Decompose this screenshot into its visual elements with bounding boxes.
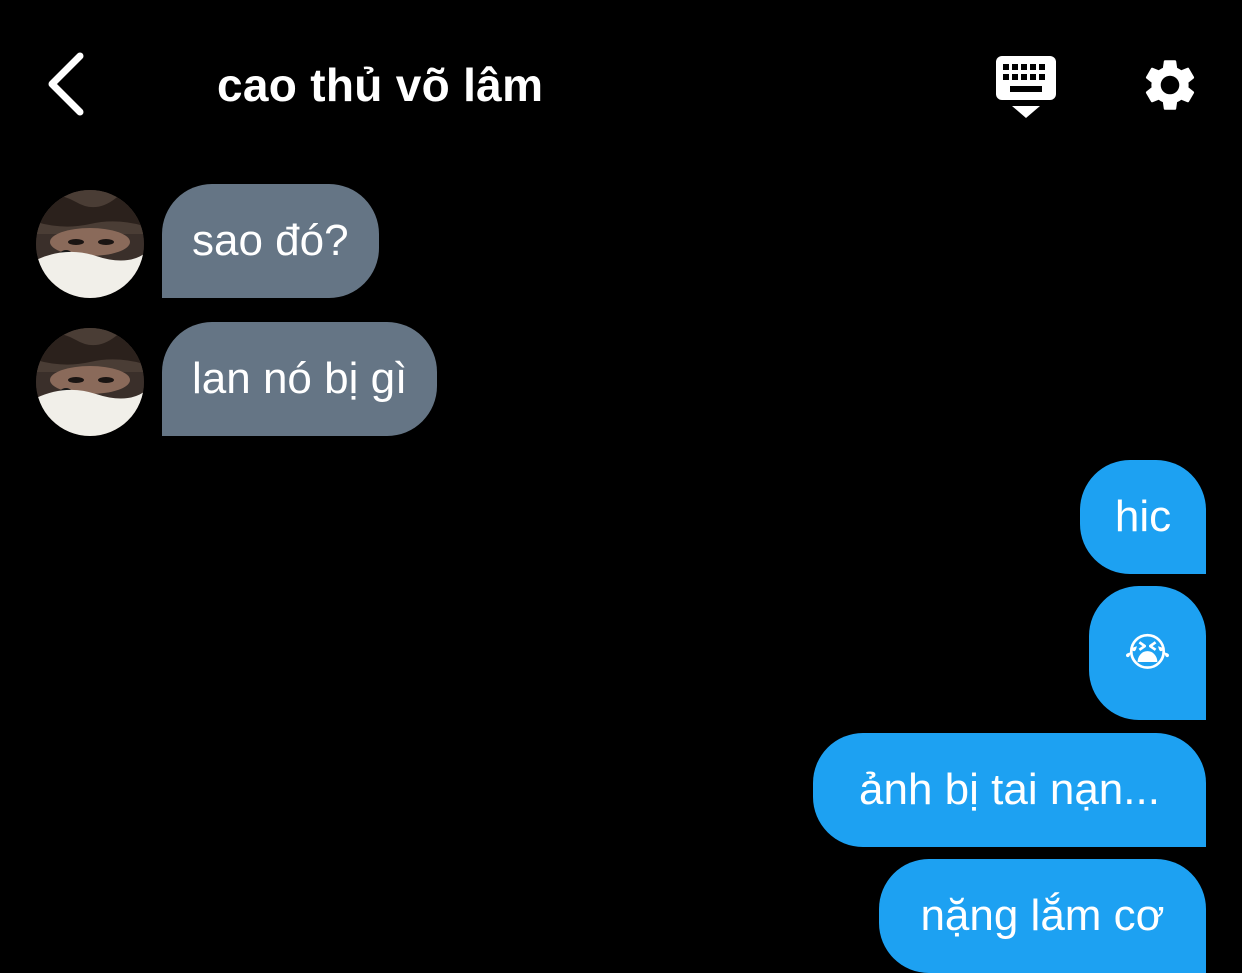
crying-emoji: 😭 (1124, 631, 1171, 675)
message-text: ảnh bị tai nạn... (859, 765, 1160, 814)
message-text: lan nó bị gì (192, 354, 408, 403)
settings-button[interactable] (1138, 54, 1202, 116)
incoming-message-bubble[interactable]: sao đó? (162, 184, 379, 298)
message-text: hic (1114, 492, 1172, 541)
keyboard-hide-icon (996, 56, 1056, 118)
outgoing-message-bubble[interactable]: ảnh bị tai nạn... (813, 733, 1206, 847)
outgoing-message-bubble[interactable]: hic (1080, 460, 1206, 574)
chat-title: cao thủ võ lâm (217, 59, 544, 111)
avatar-image (36, 190, 144, 298)
message-text: sao đó? (192, 216, 349, 265)
outgoing-message-bubble[interactable]: nặng lắm cơ (879, 859, 1206, 973)
avatar[interactable] (36, 190, 144, 298)
back-button[interactable] (36, 48, 100, 120)
message-text: nặng lắm cơ (920, 891, 1165, 940)
avatar[interactable] (36, 328, 144, 436)
keyboard-toggle-button[interactable] (992, 54, 1060, 120)
avatar-image (36, 328, 144, 436)
incoming-message-bubble[interactable]: lan nó bị gì (162, 322, 438, 436)
chevron-left-icon (48, 52, 84, 116)
outgoing-message-bubble[interactable]: 😭 (1089, 586, 1206, 720)
gear-icon (1145, 60, 1195, 110)
chat-header: cao thủ võ lâm (0, 0, 1242, 170)
